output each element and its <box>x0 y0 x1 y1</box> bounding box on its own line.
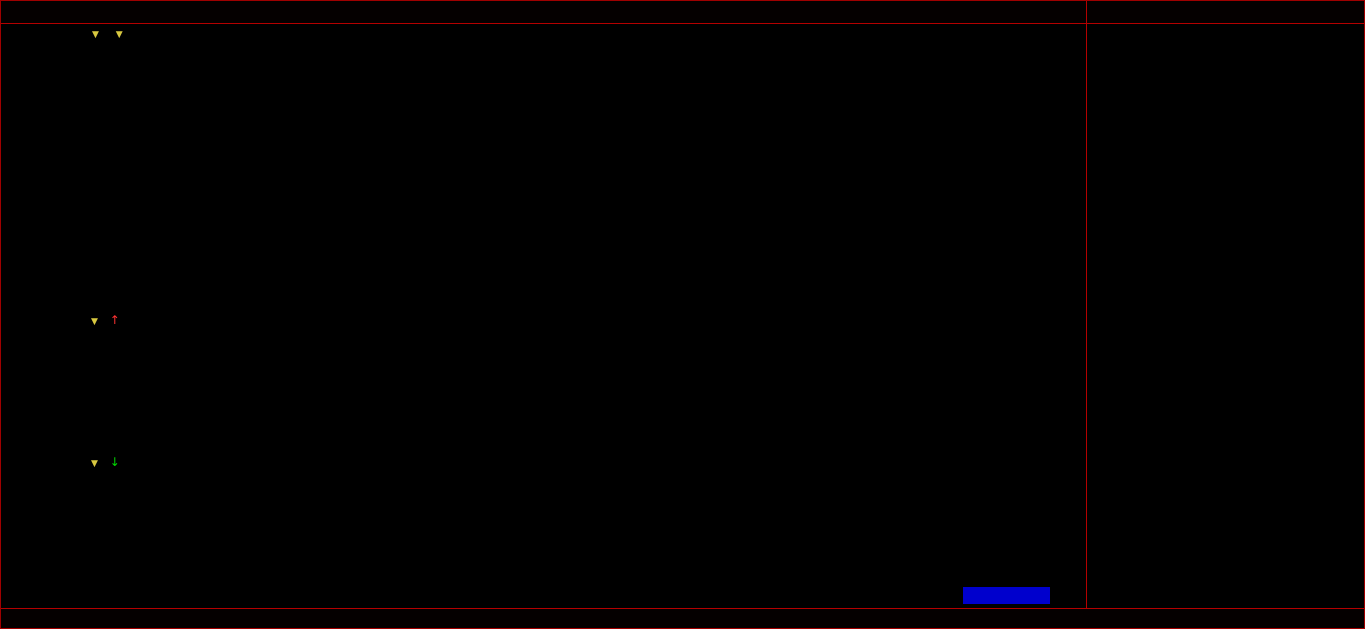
arrow-up-icon: ↑ <box>109 313 120 327</box>
datetime-box <box>963 587 1050 604</box>
volume-pane-label: ▼ ↑ <box>91 313 120 327</box>
chevron-down-icon[interactable]: ▼ <box>91 317 98 327</box>
panel-divider <box>1086 1 1087 628</box>
trading-terminal-window: ▼ ▼ ▼ ↑ ▼ ↓ <box>0 0 1365 629</box>
chevron-down-icon[interactable]: ▼ <box>91 459 98 469</box>
arrow-down-icon: ↓ <box>109 455 120 469</box>
intraday-chart-svg <box>1 1 1086 608</box>
iv-pane-label: ▼ ↓ <box>91 455 120 469</box>
bottom-tab-bar <box>1 608 1364 628</box>
